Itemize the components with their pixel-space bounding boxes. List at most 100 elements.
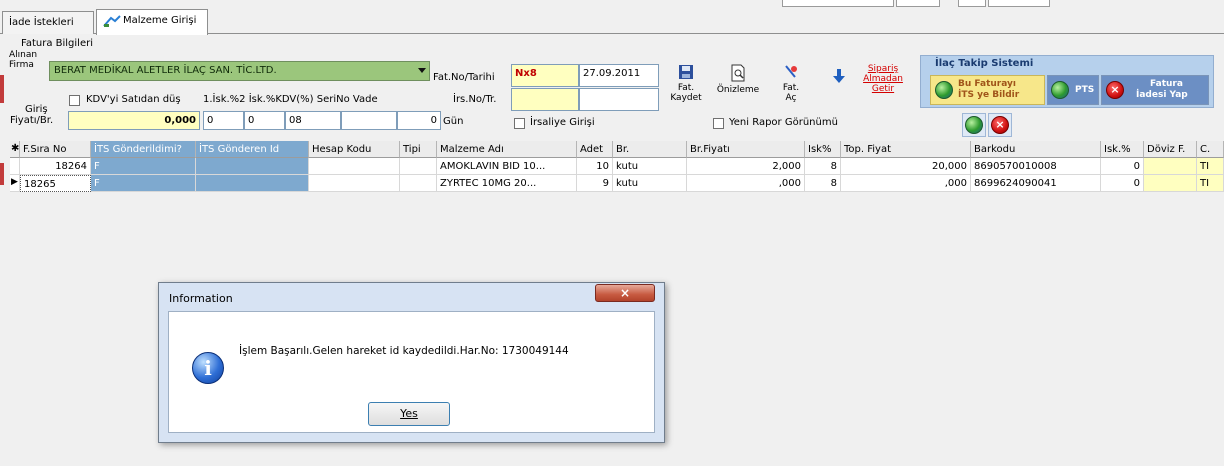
column-header[interactable]: Tipi [400,141,437,158]
vat-checkbox-label: KDV'yi Satıdan düş [86,94,181,105]
column-header[interactable]: Br.Fiyatı [687,141,805,158]
column-header[interactable]: Döviz F. [1144,141,1197,158]
group-title: Fatura Bilgileri [21,38,94,49]
tab-iade-istekleri[interactable]: İade İstekleri [2,11,94,34]
column-header[interactable]: Malzeme Adı [437,141,577,158]
tab-bar: İade İstekleri Malzeme Girişi [0,8,1224,35]
column-header[interactable]: İTS Gönderildimi? [91,141,196,158]
table-cell[interactable]: 8690570010008 [971,158,1101,175]
arrow-down-button[interactable] [831,68,847,87]
table-cell[interactable] [309,175,400,192]
table-cell[interactable]: ,000 [841,175,971,192]
cancel-icon: × [1106,81,1124,99]
pts-button[interactable]: PTS [1047,75,1099,105]
table-cell[interactable]: 0 [1101,175,1144,192]
discount-headers: 1.İsk.%2 İsk.%KDV(%) SeriNo Vade [203,94,378,105]
current-row-indicator[interactable]: ▶ [10,175,20,192]
column-header[interactable]: İTS Gönderen Id [196,141,309,158]
table-cell[interactable]: 9 [577,175,613,192]
save-invoice-button[interactable]: Fat. Kaydet [667,64,705,103]
table-cell[interactable]: F [91,158,196,175]
invoice-date-field[interactable]: 27.09.2011 [579,64,659,87]
delete-button[interactable]: × [988,113,1012,137]
column-header[interactable]: Adet [577,141,613,158]
left-marker [0,75,4,103]
serial-no-field[interactable] [341,111,397,130]
column-header[interactable]: Barkodu [971,141,1101,158]
top-field[interactable] [896,0,940,7]
isk2-field[interactable]: 0 [244,111,285,130]
chevron-down-icon [418,68,426,73]
table-cell[interactable]: 8 [805,158,841,175]
open-icon [785,65,797,78]
table-cell[interactable] [1144,158,1197,175]
column-header[interactable]: Br. [613,141,687,158]
top-field[interactable] [958,0,986,7]
new-report-checkbox[interactable] [713,118,724,129]
column-header[interactable]: C. [1197,141,1224,158]
notify-its-button[interactable]: Bu Faturayı İTS ye Bildir [930,75,1045,105]
table-cell[interactable] [196,158,309,175]
vat-checkbox[interactable] [69,95,80,106]
close-button[interactable]: × [595,284,655,302]
firm-select[interactable]: BERAT MEDİKAL ALETLER İLAÇ SAN. TİC.LTD. [49,61,430,81]
waybill-date-field[interactable] [579,88,659,111]
dialog-title-bar[interactable]: Information [159,283,664,311]
table-cell[interactable]: 2,000 [687,158,805,175]
column-header[interactable]: F.Sıra No [20,141,91,158]
vade-field[interactable]: 0 [397,111,441,130]
left-marker [0,163,4,185]
invoice-no-field[interactable]: Nx8 [511,64,579,87]
close-icon: × [619,286,631,300]
waybill-entry-checkbox[interactable] [514,118,525,129]
column-header[interactable]: Isk% [805,141,841,158]
irsno-label: İrs.No/Tr. [453,94,497,105]
table-cell[interactable] [400,158,437,175]
preview-button[interactable]: Önizleme [710,64,766,95]
waybill-no-field[interactable] [511,88,579,111]
kdv-field[interactable]: 08 [285,111,341,130]
table-cell[interactable]: kutu [613,158,687,175]
table-cell[interactable]: kutu [613,175,687,192]
table-cell[interactable]: 8699624090041 [971,175,1101,192]
table-cell[interactable]: 0 [1101,158,1144,175]
open-invoice-button[interactable]: Fat. Aç [776,64,806,103]
fetch-order-link[interactable]: Sipariş Almadan Getir [858,64,908,94]
table-cell[interactable]: ,000 [687,175,805,192]
table-cell[interactable]: TI [1197,175,1224,192]
table-cell[interactable]: 8 [805,175,841,192]
entry-price-field[interactable]: 0,000 [68,111,200,130]
table-cell[interactable]: AMOKLAVIN BID 10... [437,158,577,175]
tab-malzeme-girisi[interactable]: Malzeme Girişi [96,9,208,35]
table-cell[interactable]: F [91,175,196,192]
fatno-label: Fat.No/Tarihi [433,72,495,83]
table-cell[interactable]: TI [1197,158,1224,175]
table-cell[interactable]: 18264 [20,158,91,175]
pts-label: PTS [1075,85,1095,95]
table-cell[interactable] [309,158,400,175]
top-field[interactable] [988,0,1050,7]
send-button[interactable] [962,113,986,137]
dialog-message: İşlem Başarılı.Gelen hareket id kaydedil… [239,345,569,357]
table-cell[interactable]: 18265 [20,175,91,192]
firm-label: Alınan [9,50,38,60]
table-cell[interactable] [1144,175,1197,192]
save-label: Kaydet [670,93,702,103]
row-indicator[interactable] [10,158,20,175]
table-cell[interactable]: 20,000 [841,158,971,175]
table-cell[interactable]: 10 [577,158,613,175]
firm-label: Firma [9,60,34,70]
cancel-label: Fatura [1150,79,1183,89]
isk1-field[interactable]: 0 [203,111,244,130]
save-label: Fat. [677,83,695,93]
yes-button[interactable]: Yes [368,402,450,426]
globe-icon [965,116,983,134]
table-cell[interactable]: ZYRTEC 10MG 20... [437,175,577,192]
top-field[interactable] [782,0,894,7]
cancel-invoice-button[interactable]: × Fatura İadesi Yap [1101,75,1209,105]
column-header[interactable]: Isk.% [1101,141,1144,158]
column-header[interactable]: Hesap Kodu [309,141,400,158]
column-header[interactable]: Top. Fiyat [841,141,971,158]
table-cell[interactable] [400,175,437,192]
table-cell[interactable] [196,175,309,192]
